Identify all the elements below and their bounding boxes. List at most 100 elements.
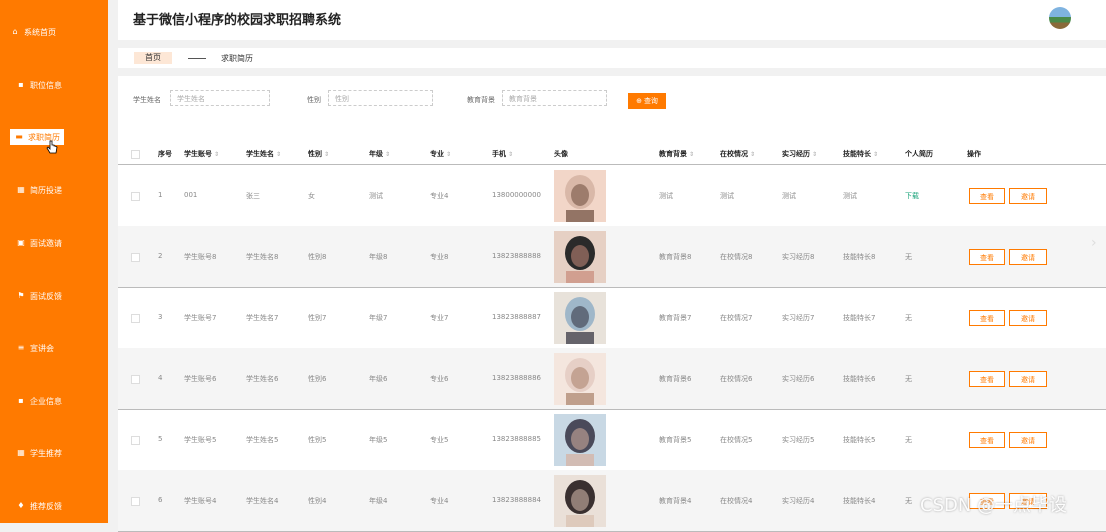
briefcase-icon: ▪ xyxy=(18,80,24,89)
cell-account: 学生账号8 xyxy=(184,253,217,261)
cell-skill: 测试 xyxy=(843,192,857,200)
cell-school: 在校情况6 xyxy=(720,375,753,383)
th-account[interactable]: 学生账号 ⇕ xyxy=(184,149,219,159)
cell-grade: 年级7 xyxy=(369,314,388,322)
cell-grade: 测试 xyxy=(369,192,383,200)
cell-grade: 年级8 xyxy=(369,253,388,261)
invite-button[interactable]: 邀请 xyxy=(1009,310,1047,326)
invite-button[interactable]: 邀请 xyxy=(1009,249,1047,265)
th-intern[interactable]: 实习经历 ⇕ xyxy=(782,149,817,159)
trophy-icon: ♦ xyxy=(17,501,25,510)
sidebar-item-recommend[interactable]: ▦ 学生推荐 xyxy=(0,442,108,464)
cell-skill: 技能特长7 xyxy=(843,314,876,322)
table-row: 3 学生账号7 学生姓名7 性别7 年级7 专业7 13823888887 教育背景7 在校情况… xyxy=(118,287,1106,349)
invite-button[interactable]: 邀请 xyxy=(1009,432,1047,448)
sidebar-item-seminars[interactable]: ≡ 宣讲会 xyxy=(0,337,108,359)
cell-edu: 教育背景8 xyxy=(659,253,692,261)
cell-name: 学生姓名5 xyxy=(246,436,279,444)
view-button[interactable]: 查看 xyxy=(969,188,1005,204)
cell-name: 张三 xyxy=(246,192,260,200)
search-edu-label: 教育背景 xyxy=(467,96,495,104)
sidebar: ⌂ 系统首页 ▪ 职位信息 ▬ 求职简历 ▦ 简历投递 ▣ 面试邀请 ⚑ 面试反馈 ≡ 宣讲会… xyxy=(0,0,108,523)
sort-icon: ⇕ xyxy=(446,151,452,158)
cell-grade: 年级6 xyxy=(369,375,388,383)
sort-icon: ⇕ xyxy=(385,151,391,158)
sidebar-item-interview-invites[interactable]: ▣ 面试邀请 xyxy=(0,232,108,254)
row-checkbox[interactable] xyxy=(131,375,140,384)
sort-icon: ⇕ xyxy=(508,151,514,158)
view-button[interactable]: 查看 xyxy=(969,249,1005,265)
home-icon: ⌂ xyxy=(12,27,18,36)
th-school[interactable]: 在校情况 ⇕ xyxy=(720,149,755,159)
avatar-photo xyxy=(554,292,606,344)
th-skill[interactable]: 技能特长 ⇕ xyxy=(843,149,878,159)
row-checkbox[interactable] xyxy=(131,192,140,201)
sidebar-item-recommend-feedback[interactable]: ♦ 推荐反馈 xyxy=(0,495,108,517)
th-grade-label: 年级 xyxy=(369,150,383,158)
user-avatar[interactable] xyxy=(1049,7,1071,29)
cell-skill: 技能特长4 xyxy=(843,497,876,505)
tab-divider xyxy=(188,58,206,59)
header: 基于微信小程序的校园求职招聘系统 xyxy=(118,0,1106,40)
sort-icon: ⇕ xyxy=(750,151,756,158)
cell-school: 在校情况5 xyxy=(720,436,753,444)
cell-edu: 教育背景4 xyxy=(659,497,692,505)
view-button[interactable]: 查看 xyxy=(969,432,1005,448)
cell-phone: 13823888885 xyxy=(492,435,541,443)
sidebar-item-jobs[interactable]: ▪ 职位信息 xyxy=(0,74,108,96)
invite-button[interactable]: 邀请 xyxy=(1009,371,1047,387)
avatar-photo xyxy=(554,353,606,405)
select-all-checkbox[interactable] xyxy=(131,150,140,159)
sidebar-item-home[interactable]: ⌂ 系统首页 xyxy=(0,21,108,43)
sort-icon: ⇕ xyxy=(214,151,220,158)
view-button[interactable]: 查看 xyxy=(969,310,1005,326)
cell-skill: 技能特长5 xyxy=(843,436,876,444)
cell-name: 学生姓名7 xyxy=(246,314,279,322)
cell-account: 学生账号5 xyxy=(184,436,217,444)
search-gender-input[interactable]: 性别 xyxy=(328,90,433,106)
row-checkbox[interactable] xyxy=(131,314,140,323)
cell-account: 学生账号6 xyxy=(184,375,217,383)
flag-icon: ⚑ xyxy=(17,291,25,300)
row-checkbox[interactable] xyxy=(131,497,140,506)
cell-no: 6 xyxy=(158,496,163,504)
tab-home[interactable]: 首页 xyxy=(134,52,172,64)
sidebar-item-label: 推荐反馈 xyxy=(30,501,62,511)
th-major[interactable]: 专业 ⇕ xyxy=(430,149,451,159)
chevron-right-icon[interactable]: › xyxy=(1091,235,1097,251)
cell-edu: 测试 xyxy=(659,192,673,200)
sidebar-item-interview-feedback[interactable]: ⚑ 面试反馈 xyxy=(0,285,108,307)
avatar-photo xyxy=(554,475,606,527)
row-checkbox[interactable] xyxy=(131,253,140,262)
cell-resume: 无 xyxy=(905,253,912,261)
cell-no: 2 xyxy=(158,252,163,260)
query-button[interactable]: ⊕ 查询 xyxy=(628,93,666,109)
th-name[interactable]: 学生姓名 ⇕ xyxy=(246,149,281,159)
sidebar-item-label: 面试反馈 xyxy=(30,291,62,301)
table-row: 2 学生账号8 学生姓名8 性别8 年级8 专业8 13823888888 教育背景8 在校情况… xyxy=(118,226,1106,288)
th-grade[interactable]: 年级 ⇕ xyxy=(369,149,390,159)
tab-resumes[interactable]: 求职简历 xyxy=(221,53,253,64)
th-intern-label: 实习经历 xyxy=(782,150,810,158)
cell-intern: 实习经历4 xyxy=(782,497,815,505)
sidebar-item-companies[interactable]: ▪ 企业信息 xyxy=(0,390,108,412)
th-gender[interactable]: 性别 ⇕ xyxy=(308,149,329,159)
grid-icon: ▦ xyxy=(17,448,25,457)
tab-bar: 首页 求职简历 xyxy=(118,48,1106,68)
th-major-label: 专业 xyxy=(430,150,444,158)
th-phone[interactable]: 手机 ⇕ xyxy=(492,149,513,159)
sidebar-item-deliveries[interactable]: ▦ 简历投递 xyxy=(0,179,108,201)
cell-resume[interactable]: 下载 xyxy=(905,191,919,201)
row-checkbox[interactable] xyxy=(131,436,140,445)
search-edu-input[interactable]: 教育背景 xyxy=(502,90,607,106)
invite-button[interactable]: 邀请 xyxy=(1009,188,1047,204)
table-header: 序号 学生账号 ⇕ 学生姓名 ⇕ 性别 ⇕ 年级 ⇕ 专业 ⇕ 手机 ⇕ 头像 教育背景 ⇕ … xyxy=(118,144,1106,165)
cell-school: 在校情况8 xyxy=(720,253,753,261)
cell-phone: 13823888884 xyxy=(492,496,541,504)
th-avatar: 头像 xyxy=(554,150,568,158)
search-name-input[interactable]: 学生姓名 xyxy=(170,90,270,106)
cell-gender: 性别5 xyxy=(308,436,327,444)
view-button[interactable]: 查看 xyxy=(969,371,1005,387)
th-edu[interactable]: 教育背景 ⇕ xyxy=(659,149,694,159)
sort-icon: ⇕ xyxy=(873,151,879,158)
